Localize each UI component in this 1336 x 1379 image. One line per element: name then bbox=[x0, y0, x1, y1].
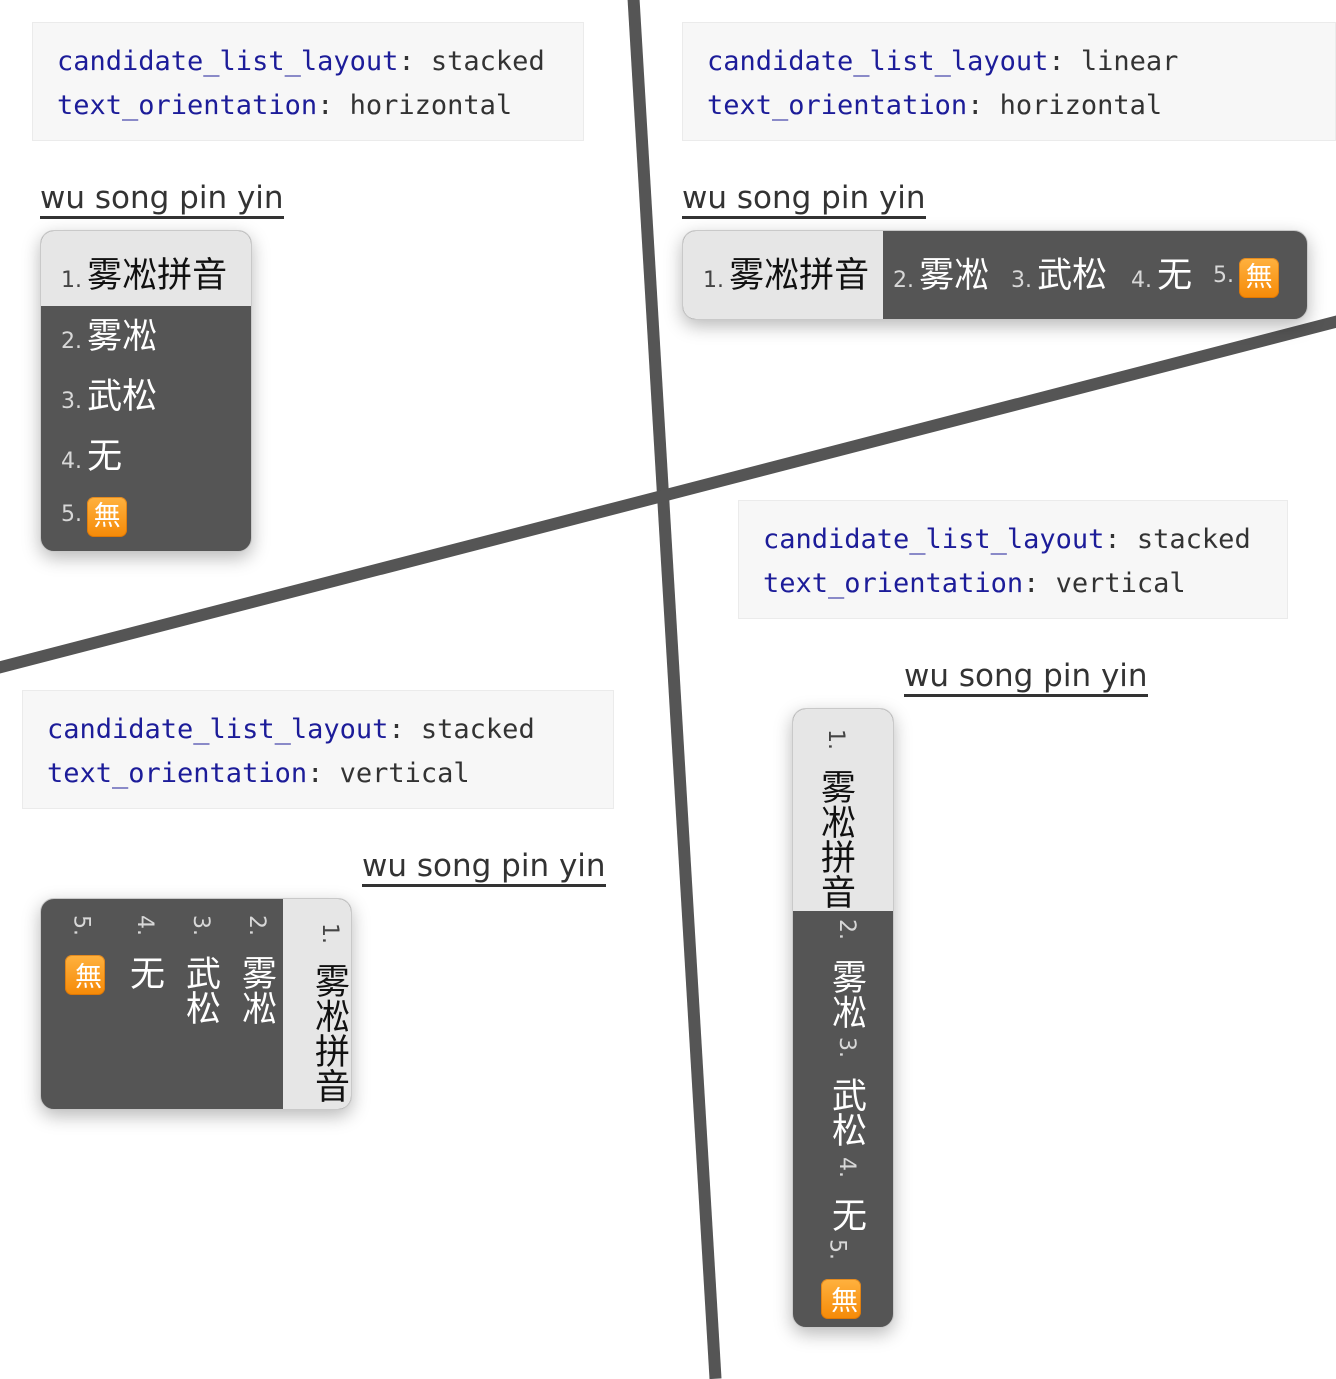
candidate-1[interactable]: 1. 雾凇拼音 bbox=[41, 231, 251, 306]
config-box-2: candidate_list_layout: linear text_orien… bbox=[682, 22, 1336, 141]
candidate-4[interactable]: 4. 无 bbox=[119, 915, 170, 990]
candidate-panel-linear-horizontal: 1. 雾凇拼音 2. 雾凇 3. 武松 4. 无 5. 無 bbox=[682, 230, 1308, 320]
candidate-2[interactable]: 2. 雾凇 bbox=[821, 919, 872, 1029]
candidate-3[interactable]: 3. 武松 bbox=[175, 915, 226, 1025]
candidate-3[interactable]: 3. 武松 bbox=[1011, 231, 1107, 319]
mu-emoji-icon: 無 bbox=[65, 955, 105, 995]
candidate-4[interactable]: 4. 无 bbox=[821, 1157, 872, 1232]
candidate-2[interactable]: 2. 雾凇 bbox=[893, 231, 989, 319]
candidate-panel-stacked-vertical-2: 1. 雾凇拼音 2. 雾凇 3. 武松 4. 无 5. 無 bbox=[792, 708, 894, 1328]
preedit-text-1: wu song pin yin bbox=[40, 180, 284, 219]
candidate-5[interactable]: 5. 無 bbox=[821, 1239, 861, 1319]
candidate-1[interactable]: 1. 雾凇拼音 bbox=[283, 899, 351, 1109]
preedit-text-4: wu song pin yin bbox=[904, 658, 1148, 697]
preedit-text-3: wu song pin yin bbox=[362, 848, 606, 887]
config-box-4: candidate_list_layout: stacked text_orie… bbox=[738, 500, 1288, 619]
mu-emoji-icon: 無 bbox=[1239, 257, 1280, 298]
candidate-4[interactable]: 4. 无 bbox=[41, 427, 251, 487]
candidate-2[interactable]: 2. 雾凇 bbox=[41, 307, 251, 367]
candidate-2[interactable]: 2. 雾凇 bbox=[231, 915, 282, 1025]
candidate-1[interactable]: 1. 雾凇拼音 bbox=[683, 231, 883, 319]
candidate-4[interactable]: 4. 无 bbox=[1131, 231, 1192, 319]
candidate-5[interactable]: 5. 無 bbox=[65, 915, 105, 995]
mu-emoji-icon: 無 bbox=[821, 1279, 861, 1319]
candidate-panel-stacked-vertical-1: 1. 雾凇拼音 2. 雾凇 3. 武松 4. 无 5. 無 bbox=[40, 898, 352, 1110]
candidate-3[interactable]: 3. 武松 bbox=[41, 367, 251, 427]
config-box-1: candidate_list_layout: stacked text_orie… bbox=[32, 22, 584, 141]
preedit-text-2: wu song pin yin bbox=[682, 180, 926, 219]
candidate-1[interactable]: 1. 雾凇拼音 bbox=[793, 709, 893, 911]
candidate-panel-stacked-horizontal: 1. 雾凇拼音 2. 雾凇 3. 武松 4. 无 5. 無 bbox=[40, 230, 252, 552]
config-box-3: candidate_list_layout: stacked text_orie… bbox=[22, 690, 614, 809]
candidate-5[interactable]: 5. 無 bbox=[41, 485, 251, 545]
candidate-5[interactable]: 5. 無 bbox=[1213, 231, 1280, 319]
candidate-3[interactable]: 3. 武松 bbox=[821, 1037, 872, 1147]
mu-emoji-icon: 無 bbox=[87, 496, 128, 537]
